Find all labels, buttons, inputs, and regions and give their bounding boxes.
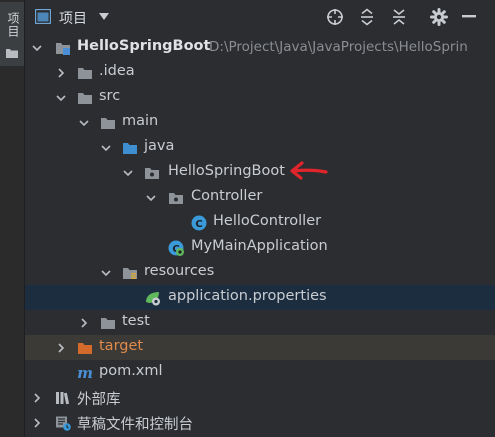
chevron-down-icon[interactable] <box>99 13 109 20</box>
maven-icon: m <box>77 365 93 381</box>
tree-node-target[interactable]: target <box>25 335 495 360</box>
resources-folder-icon <box>123 268 137 279</box>
tree-node-resources[interactable]: resources <box>25 260 495 285</box>
crosshair-icon <box>327 9 343 25</box>
svg-text:m: m <box>77 365 93 381</box>
tree-node-src[interactable]: src <box>25 85 495 110</box>
source-folder-icon <box>123 143 137 154</box>
package-label: HelloSpringBoot <box>168 163 285 179</box>
library-icon <box>56 392 70 405</box>
chevron-right-icon[interactable] <box>31 417 43 429</box>
tree-node-controller[interactable]: Controller <box>25 185 495 210</box>
chevron-right-icon[interactable] <box>55 67 67 79</box>
main-folder-label: main <box>122 113 159 129</box>
chevron-down-icon[interactable] <box>100 267 112 279</box>
expand-all-button[interactable] <box>357 7 377 27</box>
chevron-right-icon[interactable] <box>78 317 90 329</box>
tree-node-main-application[interactable]: C MyMainApplication <box>25 235 495 260</box>
project-view-icon <box>35 9 51 24</box>
tree-node-external-libraries[interactable]: 外部库 <box>25 385 495 410</box>
src-folder-label: src <box>99 88 121 104</box>
folder-icon <box>101 118 115 129</box>
minimize-icon <box>462 15 476 18</box>
chevron-down-icon[interactable] <box>78 117 90 129</box>
module-folder-icon <box>56 43 70 55</box>
controller-package-label: Controller <box>191 188 263 204</box>
tree-node-scratches[interactable]: 草稿文件和控制台 <box>25 410 495 435</box>
pom-file-label: pom.xml <box>99 363 163 379</box>
scratches-icon <box>56 416 71 431</box>
tree-node-main[interactable]: main <box>25 110 495 135</box>
project-root-label: HelloSpringBoot <box>77 38 211 54</box>
tree-node-idea[interactable]: .idea <box>25 60 495 85</box>
application-properties-label: application.properties <box>168 288 327 304</box>
class-icon: C <box>191 215 207 231</box>
project-tool-window-tab[interactable]: 项目 <box>0 2 24 66</box>
test-folder-label: test <box>122 313 150 329</box>
package-icon <box>145 168 159 179</box>
tree-node-project-root[interactable]: HelloSpringBoot D:\Project\Java\JavaProj… <box>25 35 495 60</box>
gear-icon <box>430 8 448 26</box>
chevron-down-icon[interactable] <box>55 92 67 104</box>
resources-folder-label: resources <box>144 263 215 279</box>
tree-node-test[interactable]: test <box>25 310 495 335</box>
folder-icon <box>101 318 115 329</box>
project-view-selector[interactable]: 项目 <box>59 8 87 28</box>
hide-panel-button[interactable] <box>459 7 479 27</box>
project-root-path: D:\Project\Java\JavaProjects\HelloSprin <box>209 39 468 55</box>
external-libraries-label: 外部库 <box>77 392 121 408</box>
excluded-folder-icon <box>78 343 92 354</box>
tree-node-package[interactable]: HelloSpringBoot <box>25 160 495 185</box>
select-opened-file-button[interactable] <box>325 7 345 27</box>
collapse-all-icon <box>393 9 405 25</box>
chevron-right-icon[interactable] <box>55 342 67 354</box>
idea-folder-label: .idea <box>99 63 135 79</box>
tree-node-java[interactable]: java <box>25 135 495 160</box>
tool-window-stripe: 项目 <box>0 0 25 437</box>
target-folder-label: target <box>99 338 144 354</box>
chevron-down-icon[interactable] <box>145 192 157 204</box>
expand-all-icon <box>361 8 373 26</box>
chevron-down-icon[interactable] <box>100 142 112 154</box>
folder-icon <box>6 49 18 58</box>
java-folder-label: java <box>144 138 175 154</box>
package-icon <box>169 193 183 204</box>
project-panel: 项目 HelloSpringBoot D:\Project\Java\JavaP… <box>25 0 495 437</box>
options-button[interactable] <box>429 7 449 27</box>
main-application-label: MyMainApplication <box>191 238 328 254</box>
hello-controller-label: HelloController <box>213 213 322 229</box>
spring-properties-icon <box>146 292 160 306</box>
chevron-right-icon[interactable] <box>31 392 43 404</box>
project-tab-label: 项目 <box>6 12 20 38</box>
tree-node-pom[interactable]: m pom.xml <box>25 360 495 385</box>
chevron-down-icon[interactable] <box>31 42 43 54</box>
collapse-all-button[interactable] <box>389 7 409 27</box>
spring-boot-class-icon: C <box>168 240 184 256</box>
annotation-arrow-icon <box>290 161 328 180</box>
scratches-label: 草稿文件和控制台 <box>77 417 193 433</box>
svg-text:C: C <box>195 219 202 230</box>
project-panel-header: 项目 <box>25 0 495 34</box>
tree-node-application-properties[interactable]: application.properties <box>25 285 495 310</box>
tree-node-hello-controller[interactable]: C HelloController <box>25 210 495 235</box>
folder-icon <box>78 68 92 79</box>
folder-icon <box>78 93 92 104</box>
chevron-down-icon[interactable] <box>122 167 134 179</box>
